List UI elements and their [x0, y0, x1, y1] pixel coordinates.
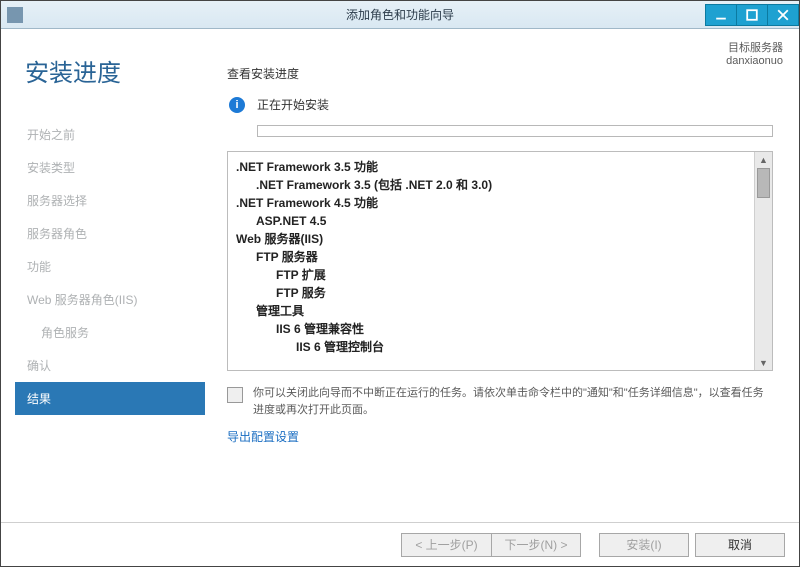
- next-button[interactable]: 下一步(N) >: [491, 533, 581, 557]
- cancel-button[interactable]: 取消: [695, 533, 785, 557]
- step-0: 开始之前: [15, 118, 205, 151]
- step-6: 角色服务: [15, 316, 205, 349]
- progress-bar: [257, 125, 773, 137]
- content-pane: 目标服务器 danxiaonuo 查看安装进度 i 正在开始安装 .NET Fr…: [205, 43, 785, 522]
- step-7: 确认: [15, 349, 205, 382]
- step-8: 结果: [15, 382, 205, 415]
- view-progress-label: 查看安装进度: [227, 65, 779, 82]
- minimize-button[interactable]: [705, 4, 737, 26]
- prev-button[interactable]: < 上一步(P): [401, 533, 491, 557]
- title-bar: 添加角色和功能向导: [1, 1, 799, 29]
- scroll-up-arrow[interactable]: ▲: [755, 152, 772, 167]
- feature-item: 管理工具: [236, 302, 746, 320]
- feature-item: FTP 服务器: [236, 248, 746, 266]
- install-button[interactable]: 安装(I): [599, 533, 689, 557]
- target-server-box: 目标服务器 danxiaonuo: [726, 39, 783, 67]
- window-title: 添加角色和功能向导: [1, 6, 799, 23]
- scroll-down-arrow[interactable]: ▼: [755, 355, 772, 370]
- feature-item: IIS 6 管理兼容性: [236, 320, 746, 338]
- feature-item: FTP 服务: [236, 284, 746, 302]
- step-1: 安装类型: [15, 151, 205, 184]
- page-title: 安装进度: [25, 53, 205, 88]
- feature-item: FTP 扩展: [236, 266, 746, 284]
- feature-item: ASP.NET 4.5: [236, 212, 746, 230]
- export-settings-link[interactable]: 导出配置设置: [227, 428, 779, 445]
- wizard-sidebar: 安装进度 开始之前安装类型服务器选择服务器角色功能Web 服务器角色(IIS)角…: [15, 43, 205, 522]
- note-icon: [227, 387, 243, 403]
- app-icon: [7, 7, 23, 23]
- vertical-scrollbar[interactable]: ▲ ▼: [754, 152, 772, 370]
- feature-item: IIS 6 管理控制台: [236, 338, 746, 356]
- note-text: 你可以关闭此向导而不中断正在运行的任务。请依次单击命令栏中的"通知"和"任务详细…: [253, 385, 773, 418]
- status-text: 正在开始安装: [257, 96, 329, 113]
- feature-list-box: .NET Framework 3.5 功能.NET Framework 3.5 …: [227, 151, 773, 371]
- feature-item: .NET Framework 3.5 功能: [236, 158, 746, 176]
- scroll-thumb[interactable]: [757, 168, 770, 198]
- step-3: 服务器角色: [15, 217, 205, 250]
- target-label: 目标服务器: [726, 39, 783, 55]
- step-5: Web 服务器角色(IIS): [15, 283, 205, 316]
- feature-item: Web 服务器(IIS): [236, 230, 746, 248]
- target-name: danxiaonuo: [726, 55, 783, 67]
- step-2: 服务器选择: [15, 184, 205, 217]
- info-icon: i: [229, 97, 245, 113]
- close-button[interactable]: [767, 4, 799, 26]
- feature-item: .NET Framework 4.5 功能: [236, 194, 746, 212]
- feature-item: .NET Framework 3.5 (包括 .NET 2.0 和 3.0): [236, 176, 746, 194]
- step-4: 功能: [15, 250, 205, 283]
- maximize-button[interactable]: [736, 4, 768, 26]
- wizard-buttons: < 上一步(P) 下一步(N) > 安装(I) 取消: [1, 522, 799, 566]
- feature-list: .NET Framework 3.5 功能.NET Framework 3.5 …: [228, 152, 754, 370]
